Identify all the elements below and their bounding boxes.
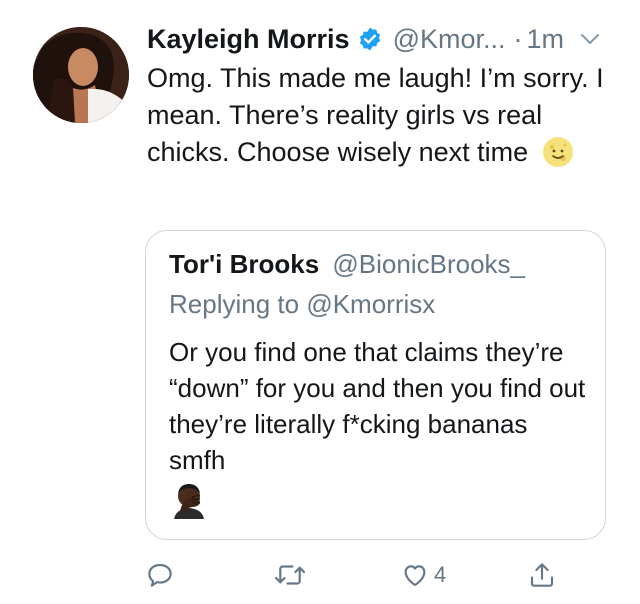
author-handle[interactable]: @Kmor... [393, 24, 506, 55]
heart-icon [400, 560, 430, 590]
separator-dot: · [513, 23, 523, 54]
quoted-tweet[interactable]: Tor'i Brooks @BionicBrooks_ Replying to … [145, 230, 606, 540]
quoted-tweet-text: Or you find one that claims they’re “dow… [169, 337, 586, 475]
facepalm-emoji [170, 481, 208, 519]
tweet-text: Omg. This made me laugh! I’m sorry. I me… [147, 63, 604, 167]
share-button[interactable] [527, 560, 557, 590]
reply-button[interactable] [145, 560, 175, 590]
author-avatar[interactable] [33, 27, 129, 123]
tweet-body: Omg. This made me laugh! I’m sorry. I me… [147, 60, 617, 171]
quoted-author-name: Tor'i Brooks [169, 249, 320, 279]
verified-badge-icon [357, 26, 383, 52]
quoted-author-handle: @BionicBrooks_ [332, 249, 525, 279]
retweet-button[interactable] [273, 560, 307, 590]
share-icon [527, 560, 557, 590]
like-count: 4 [434, 562, 447, 587]
chevron-down-icon[interactable] [578, 27, 602, 51]
tweet-time[interactable]: 1m [527, 24, 565, 55]
slightly-smiling-moon-emoji [542, 136, 574, 168]
tweet-header: Kayleigh Morris @Kmor... · 1m [147, 20, 620, 58]
replying-to-handle[interactable]: @Kmorrisx [306, 289, 435, 319]
like-button[interactable]: 4 [400, 560, 446, 590]
reply-icon [145, 560, 175, 590]
retweet-icon [273, 560, 307, 590]
tweet-actions: 4 [145, 560, 585, 600]
replying-to-label: Replying to [169, 289, 300, 319]
quoted-tweet-header: Tor'i Brooks @BionicBrooks_ [169, 249, 525, 280]
author-name[interactable]: Kayleigh Morris [147, 24, 350, 55]
replying-to: Replying to @Kmorrisx [169, 289, 435, 320]
